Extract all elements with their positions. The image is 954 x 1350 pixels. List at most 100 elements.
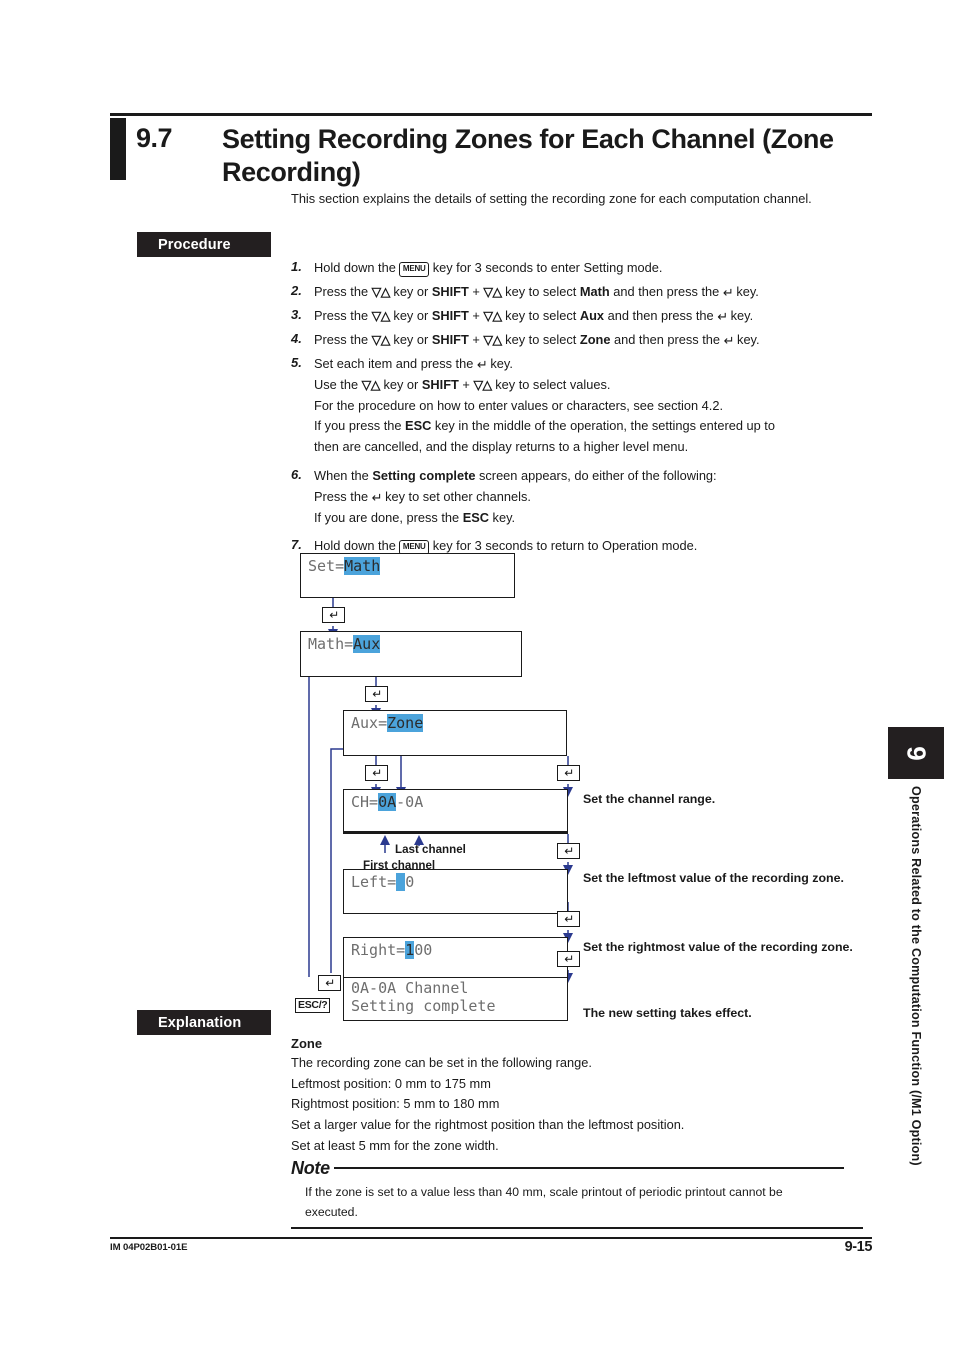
enter-key-icon: ↵	[722, 284, 734, 300]
heading-rule	[110, 113, 872, 116]
enter-key-icon-7: ↵	[557, 951, 580, 967]
step-line: then are cancelled, and the display retu…	[314, 439, 689, 455]
explanation-line: Set at least 5 mm for the zone width.	[291, 1137, 499, 1153]
highlighted-value: Zone	[387, 714, 424, 732]
explanation-body: Zone The recording zone can be set in th…	[291, 1036, 871, 1157]
procedure-step: 4. Press the ▽△ key or SHIFT + ▽△ key to …	[291, 330, 871, 351]
procedure-step-list: 1. Hold down the MENU key for 3 seconds t…	[291, 258, 871, 560]
enter-key-icon-1: ↵	[322, 607, 345, 623]
complete-screen-line-2: Setting complete	[351, 997, 496, 1016]
updown-key-icon: ▽△	[483, 284, 502, 299]
footer-manual-code: IM 04P02B01-01E	[110, 1242, 188, 1253]
step-line: Hold down the MENU key for 3 seconds to …	[314, 260, 663, 277]
explanation-lines: The recording zone can be set in the fol…	[291, 1053, 871, 1157]
enter-key-icon: ↵	[717, 308, 728, 324]
screen-box-set: Set=Math	[300, 553, 515, 598]
footer-page-number: 9-15	[844, 1239, 873, 1255]
step-line: Press the ▽△ key or SHIFT + ▽△ key to se…	[314, 306, 871, 327]
emphasis-text: Setting complete	[372, 467, 476, 483]
step-text: Hold down the MENU key for 3 seconds to …	[314, 258, 871, 279]
emphasis-text: SHIFT	[431, 307, 469, 323]
note-title: Note	[291, 1158, 330, 1178]
document-page: 9.7 Setting Recording Zones for Each Cha…	[0, 0, 954, 1350]
screen-box-right: Right=100	[343, 937, 568, 982]
note-line: If the zone is set to a value less than …	[305, 1185, 783, 1199]
enter-key-icon-3: ↵	[365, 765, 388, 781]
step-number: 2.	[291, 282, 302, 298]
step-line: For the procedure on how to enter values…	[314, 397, 724, 413]
step-line: If you press the ESC key in the middle o…	[314, 418, 775, 434]
step-number: 5.	[291, 354, 302, 370]
note-bottom-rule	[291, 1226, 863, 1229]
step-text: Set each item and press the ↵ key. Use th…	[314, 354, 871, 458]
updown-key-icon: ▽△	[483, 308, 502, 323]
step-line: Press the ▽△ key or SHIFT + ▽△ key to se…	[314, 330, 871, 351]
highlighted-value: 1	[405, 941, 415, 959]
enter-key-icon-8: ↵	[318, 975, 341, 991]
explanation-heading: Zone	[291, 1036, 323, 1051]
screen-box-left: Left= 0	[343, 869, 568, 914]
procedure-step: 3. Press the ▽△ key or SHIFT + ▽△ key to …	[291, 306, 871, 327]
step-line: Use the ▽△ key or SHIFT + ▽△ key to sele…	[314, 375, 871, 396]
enter-key-icon: ↵	[723, 332, 735, 348]
highlighted-value: 0A	[378, 793, 397, 811]
updown-key-icon: ▽△	[371, 308, 391, 323]
annotation-channel-range: Set the channel range.	[583, 792, 716, 806]
procedure-step: 6. When the Setting complete screen appea…	[291, 466, 871, 528]
chapter-number: 9	[901, 745, 932, 761]
emphasis-text: ESC	[462, 509, 489, 525]
highlighted-value	[396, 873, 406, 891]
callout-first-channel: First channel	[363, 859, 436, 872]
emphasis-text: ESC	[405, 418, 432, 434]
updown-key-icon: ▽△	[483, 332, 502, 347]
explanation-tag: Explanation	[137, 1010, 271, 1035]
section-number: 9.7	[136, 123, 173, 153]
procedure-step: 1. Hold down the MENU key for 3 seconds t…	[291, 258, 871, 279]
complete-screen-line-1: 0A-0A Channel	[351, 979, 469, 997]
heading-accent-bar	[110, 118, 126, 180]
note-line: executed.	[305, 1204, 358, 1219]
step-number: 3.	[291, 306, 302, 322]
step-number: 6.	[291, 466, 302, 482]
emphasis-text: SHIFT	[421, 376, 459, 392]
emphasis-text: Zone	[579, 331, 611, 347]
procedure-tag: Procedure	[137, 232, 271, 257]
page-title: Setting Recording Zones for Each Channel…	[222, 124, 834, 187]
enter-key-icon-6: ↵	[557, 911, 580, 927]
procedure-step: 2. Press the ▽△ key or SHIFT + ▽△ key to …	[291, 282, 871, 303]
emphasis-text: Aux	[579, 307, 605, 323]
highlighted-value: Math	[344, 557, 381, 575]
callout-last-channel: Last channel	[395, 843, 466, 856]
explanation-line: The recording zone can be set in the fol…	[291, 1055, 592, 1070]
note-text: If the zone is set to a value less than …	[291, 1179, 851, 1227]
step-line: When the Setting complete screen appears…	[314, 467, 717, 483]
updown-key-icon: ▽△	[371, 284, 391, 299]
explanation-line: Set a larger value for the rightmost pos…	[291, 1117, 685, 1133]
emphasis-text: Math	[579, 283, 610, 299]
updown-key-icon: ▽△	[371, 332, 391, 347]
updown-key-icon: ▽△	[473, 377, 492, 392]
step-text: Press the ▽△ key or SHIFT + ▽△ key to se…	[314, 330, 871, 351]
note-block: Note If the zone is set to a value less …	[291, 1158, 863, 1229]
settings-flow-diagram: Set=Math Math=Aux Aux=Zone CH=0A-0A Left…	[291, 553, 871, 1021]
enter-key-icon: ↵	[371, 489, 383, 505]
enter-key-icon: ↵	[476, 356, 488, 372]
explanation-line: Leftmost position: 0 mm to 175 mm	[291, 1075, 491, 1091]
annotation-takes-effect: The new setting takes effect.	[583, 1006, 752, 1020]
explanation-line: Rightmost position: 5 mm to 180 mm	[291, 1096, 500, 1112]
section-intro: This section explains the details of set…	[291, 191, 812, 206]
procedure-step: 5. Set each item and press the ↵ key. Use …	[291, 354, 871, 458]
step-number: 4.	[291, 330, 302, 346]
step-number: 1.	[291, 259, 302, 274]
screen-box-math: Math=Aux	[300, 631, 522, 677]
screen-box-setting-complete: 0A-0A Channel Setting complete	[343, 977, 568, 1021]
step-line: Press the ▽△ key or SHIFT + ▽△ key to se…	[314, 282, 871, 303]
step-line: If you are done, press the ESC key.	[314, 509, 516, 525]
enter-key-icon-4: ↵	[557, 765, 580, 781]
step-text: Press the ▽△ key or SHIFT + ▽△ key to se…	[314, 306, 871, 327]
note-title-rule	[333, 1166, 844, 1169]
step-text: When the Setting complete screen appears…	[314, 466, 871, 528]
step-line: Set each item and press the ↵ key.	[314, 354, 871, 375]
annotation-rightmost: Set the rightmost value of the recording…	[583, 940, 853, 954]
updown-key-icon: ▽△	[361, 377, 381, 392]
